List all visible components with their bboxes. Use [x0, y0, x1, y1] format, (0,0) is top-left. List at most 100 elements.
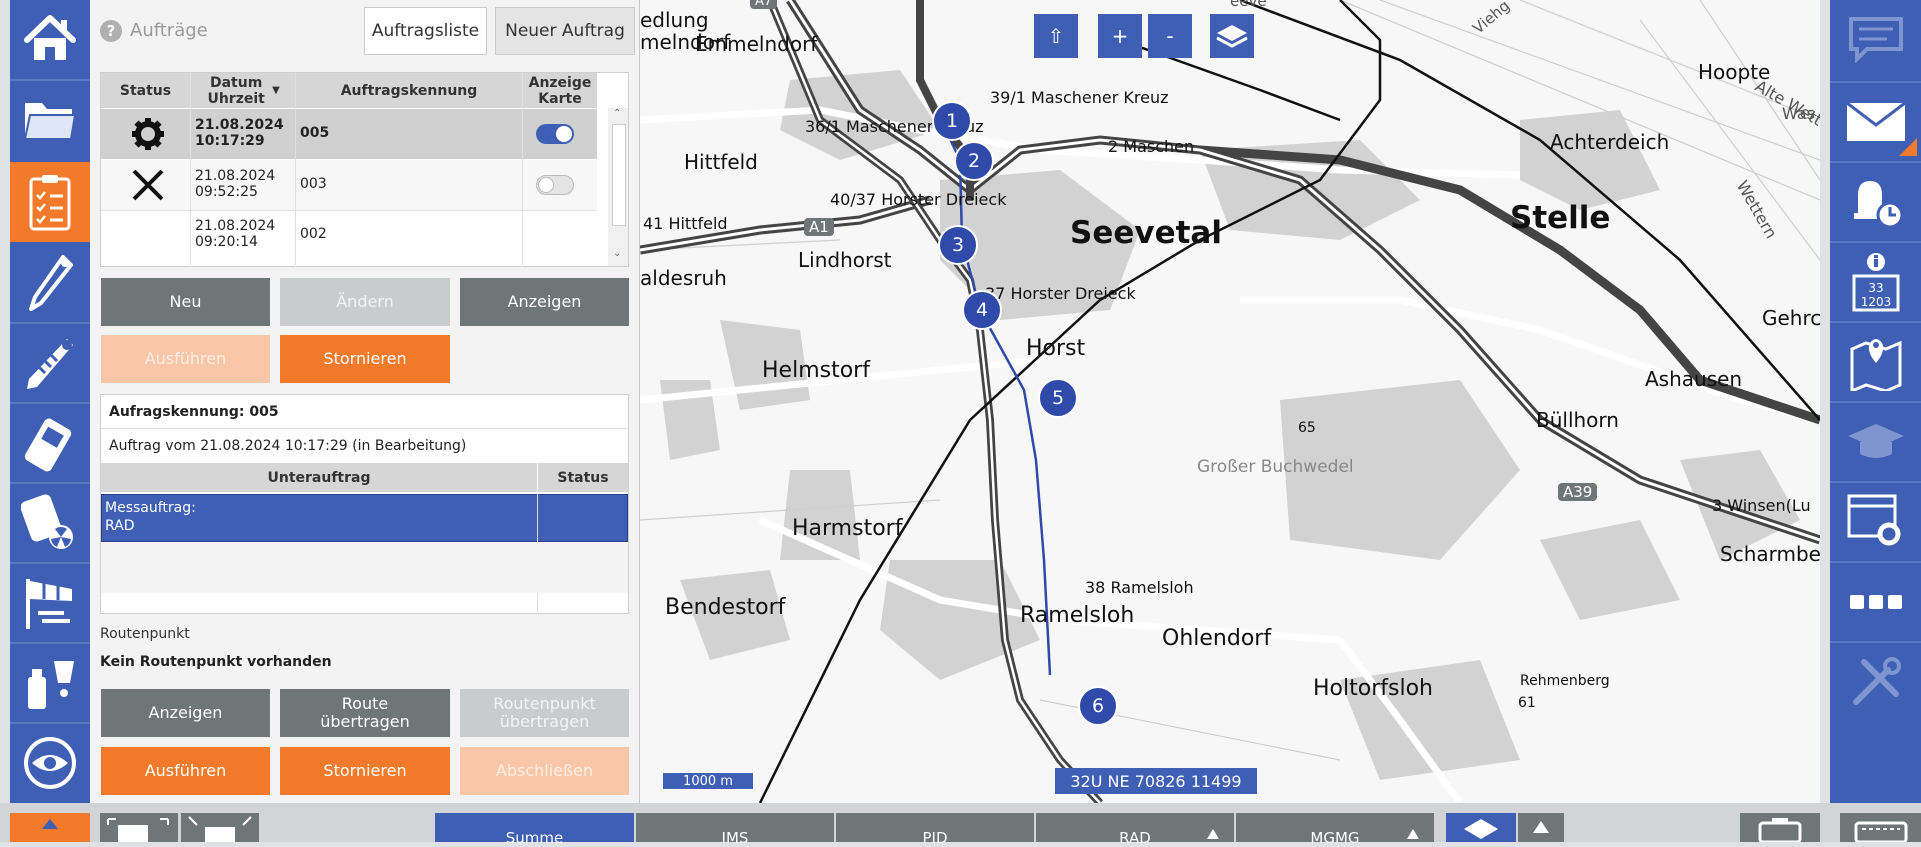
col-date[interactable]: Datum Uhrzeit ▼ [191, 73, 295, 108]
elevation-label: 65 [1298, 420, 1316, 436]
route-cancel-button[interactable]: Stornieren [280, 747, 450, 795]
place-label: Ramelsloh [1020, 603, 1135, 628]
map-north-up-button[interactable]: ⇧ [1034, 14, 1078, 58]
screenshot-button[interactable] [1740, 813, 1820, 844]
col-status[interactable]: Status [101, 73, 190, 108]
route-point-marker[interactable]: 4 [962, 290, 1002, 330]
new-button[interactable]: Neu [101, 278, 270, 326]
table-scrollbar[interactable]: ⌃ ⌄ [608, 108, 628, 266]
vehicle-collapse-button[interactable] [181, 813, 259, 842]
nav-messages[interactable] [1830, 83, 1921, 160]
route-transfer-button[interactable]: Route übertragen [280, 689, 450, 737]
route-point-marker[interactable]: 3 [938, 225, 978, 265]
keyboard-button[interactable] [1840, 813, 1921, 844]
row-date-time: 09:20:14 [195, 234, 258, 250]
tab-mgmg[interactable]: MGMG [1236, 813, 1434, 847]
route-point-marker[interactable]: 6 [1078, 686, 1118, 726]
route-finish-button[interactable]: Abschließen [460, 747, 629, 795]
windsock-icon [26, 578, 72, 629]
tab-order-list[interactable]: Auftragsliste [364, 7, 487, 55]
nav-settings[interactable] [1830, 483, 1921, 560]
tab-ims[interactable]: IMS [636, 813, 834, 847]
collapse-up-button[interactable] [10, 813, 90, 842]
zoom-in-button[interactable]: + [1098, 14, 1142, 58]
route-execute-button[interactable]: Ausführen [101, 747, 270, 795]
nav-map[interactable] [1830, 323, 1921, 400]
row-date: 21.08.2024 09:20:14 [195, 218, 275, 250]
tab-rad-label: RAD [1119, 829, 1151, 847]
route-show-button[interactable]: Anzeigen [101, 689, 270, 737]
routepoint-transfer-button[interactable]: Routenpunkt übertragen [460, 689, 629, 737]
map-layers-toggle[interactable] [1446, 813, 1516, 842]
route-point-marker[interactable]: 1 [932, 101, 972, 141]
vehicle-expand-button[interactable] [100, 813, 178, 842]
sort-desc-icon: ▼ [272, 84, 280, 96]
tab-summe[interactable]: Summe [435, 813, 634, 847]
execute-button[interactable]: Ausführen [101, 335, 270, 383]
nav-more[interactable] [1830, 563, 1921, 640]
col-show-map[interactable]: Anzeige Karte [523, 73, 597, 108]
nav-training[interactable] [1830, 403, 1921, 480]
tab-pid[interactable]: PID [836, 813, 1034, 847]
left-nav-rail [10, 0, 90, 803]
place-label: Büllhorn [1536, 408, 1619, 432]
tab-new-order[interactable]: Neuer Auftrag [495, 7, 635, 55]
nav-alarm[interactable] [1830, 163, 1921, 240]
row-order-id: 005 [300, 125, 330, 141]
map-layers-button[interactable] [1210, 14, 1254, 58]
show-on-map-toggle[interactable] [536, 124, 574, 144]
route-point-marker[interactable]: 5 [1038, 378, 1078, 418]
handheld-device-icon [24, 418, 72, 471]
camera-icon [1758, 818, 1802, 844]
info-table-icon: 33 1203 [1852, 252, 1899, 311]
show-on-map-toggle[interactable] [536, 175, 574, 195]
tab-rad[interactable]: RAD [1036, 813, 1234, 847]
row-date: 21.08.2024 10:17:29 [195, 117, 284, 149]
vehicle-icon [107, 818, 169, 842]
unread-indicator [1899, 138, 1917, 156]
radiation-meter-icon [21, 493, 73, 549]
route-point-marker[interactable]: 2 [954, 141, 994, 181]
col-order-id[interactable]: Auftragskennung [296, 73, 522, 108]
place-label: edlung [640, 8, 709, 32]
motorway-shield: A39 [1558, 483, 1598, 501]
show-button[interactable]: Anzeigen [460, 278, 629, 326]
place-label: Scharmbe [1720, 542, 1820, 566]
place-label: Harmstorf [792, 516, 903, 541]
edit-button[interactable]: Ändern [280, 278, 450, 326]
nav-probe[interactable] [10, 244, 90, 321]
water-label: Was [1782, 104, 1815, 123]
nav-sampling[interactable] [10, 644, 90, 721]
triangle-up-icon [1207, 829, 1219, 839]
cancel-order-button[interactable]: Stornieren [280, 335, 450, 383]
water-label: eeve [1230, 0, 1267, 10]
help-icon[interactable]: ? [100, 20, 122, 42]
nav-device[interactable] [10, 404, 90, 481]
route-label: Routenpunkt [100, 626, 190, 642]
hill-label: Rehmenberg [1520, 673, 1610, 689]
nav-wind[interactable] [10, 564, 90, 641]
nav-tools[interactable] [1830, 643, 1921, 720]
nav-detector[interactable] [10, 324, 90, 401]
place-label: aldesruh [640, 266, 727, 290]
nav-home[interactable] [10, 0, 90, 77]
nav-orders[interactable] [10, 162, 90, 242]
map-expand-button[interactable] [1518, 813, 1564, 842]
map-view[interactable]: Emmelndorf edlung melndorf Hittfeld Seev… [640, 0, 1820, 803]
nav-files[interactable] [10, 81, 90, 158]
layers-icon [1216, 25, 1248, 48]
row-order-id: 003 [300, 176, 327, 192]
zoom-out-button[interactable]: - [1148, 14, 1192, 58]
eye-icon [24, 736, 76, 789]
place-label: Ohlendorf [1162, 626, 1272, 651]
nav-chat[interactable] [1830, 0, 1921, 77]
tab-mgmg-label: MGMG [1310, 829, 1360, 847]
nav-view[interactable] [10, 724, 90, 801]
gear-icon [132, 118, 164, 150]
nav-radiation[interactable] [10, 484, 90, 561]
row-date: 21.08.2024 09:52:25 [195, 168, 275, 200]
nav-info[interactable]: 33 1203 [1830, 243, 1921, 320]
mail-icon [1845, 101, 1906, 141]
more-dots-icon [1849, 594, 1902, 609]
graduation-cap-icon [1847, 423, 1904, 458]
